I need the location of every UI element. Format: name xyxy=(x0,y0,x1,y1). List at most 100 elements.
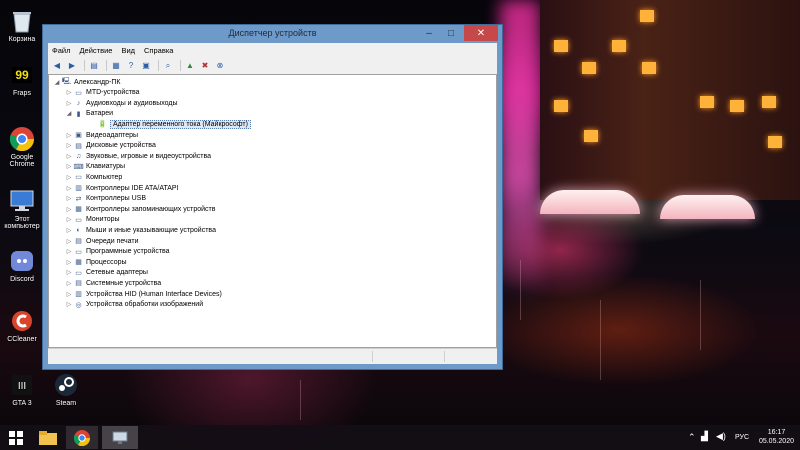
disable-device-icon[interactable]: ✖ xyxy=(199,60,211,71)
tree-category[interactable]: ▷ ▤ Дисковые устройства xyxy=(65,141,156,151)
tree-node-label: Адаптер переменного тока (Майкрософт) xyxy=(110,119,251,129)
tree-category[interactable]: ▷ ▭ Мониторы xyxy=(65,215,120,225)
expand-arrow-icon[interactable]: ▷ xyxy=(65,195,73,202)
maximize-button[interactable]: □ xyxy=(440,25,462,41)
network-icon[interactable]: ▟ xyxy=(701,431,708,442)
help-icon[interactable]: ? xyxy=(125,60,137,71)
tree-category[interactable]: ▷ ◐ Мыши и иные указывающие устройства xyxy=(65,225,216,235)
tree-category[interactable]: ▷ ▭ MTD-устройства xyxy=(65,88,140,98)
expand-arrow-icon[interactable]: ▷ xyxy=(65,301,73,308)
expand-arrow-icon[interactable]: ▷ xyxy=(65,259,73,266)
tree-category[interactable]: ◢ ▮ Батареи xyxy=(65,109,113,119)
desktop-icon-label: GTA 3 xyxy=(12,400,32,407)
tree-view-icon[interactable]: ▤ xyxy=(88,60,100,71)
close-button[interactable]: ✕ xyxy=(464,25,498,41)
collapse-arrow-icon[interactable]: ◢ xyxy=(53,79,61,86)
category-icon: ◎ xyxy=(75,301,82,309)
expand-arrow-icon[interactable]: ▷ xyxy=(65,227,73,234)
chrome-icon[interactable] xyxy=(66,426,98,449)
tree-category[interactable]: ▷ ♫ Звуковые, игровые и видеоустройства xyxy=(65,151,211,161)
tree-node-label: Системные устройства xyxy=(86,279,162,287)
tree-category[interactable]: ▷ ▭ Компьютер xyxy=(65,172,123,182)
lit-window xyxy=(584,130,598,142)
menu-file[interactable]: Файл xyxy=(52,46,70,55)
menu-action[interactable]: Действие xyxy=(79,46,112,55)
scan-hardware-icon[interactable]: ⌕ xyxy=(162,60,174,71)
expand-arrow-icon[interactable]: ▷ xyxy=(65,185,73,192)
expand-arrow-icon[interactable]: ▷ xyxy=(65,174,73,181)
language-indicator[interactable]: РУС xyxy=(735,434,749,441)
tree-category[interactable]: ▷ ▤ Очереди печати xyxy=(65,236,139,246)
desktop-icon-recycle-bin[interactable]: Корзина xyxy=(2,8,42,43)
volume-icon[interactable]: ◀) xyxy=(716,431,726,442)
tree-category[interactable]: ▷ ▥ Устройства HID (Human Interface Device… xyxy=(65,289,222,299)
minimize-button[interactable]: – xyxy=(418,25,440,41)
expand-arrow-icon[interactable]: ▷ xyxy=(65,100,73,107)
expand-arrow-icon[interactable]: ▷ xyxy=(65,206,73,213)
device-tree: ◢ 🖳 Александр-ПК ▷ ▭ MTD-устройства ▷ ♪ Аудиовхо… xyxy=(48,74,497,348)
tree-device-node[interactable]: 🔋 Адаптер переменного тока (Майкрософт) xyxy=(89,119,251,129)
toolbar-separator xyxy=(106,60,107,71)
tree-node-label: Устройства HID (Human Interface Devices) xyxy=(86,290,222,298)
expand-arrow-icon[interactable]: ▷ xyxy=(65,269,73,276)
tree-category[interactable]: ▷ ◎ Устройства обработки изображений xyxy=(65,300,203,310)
rain-streak xyxy=(520,260,521,320)
expand-arrow-icon[interactable]: ▷ xyxy=(65,142,73,149)
device-manager-icon[interactable] xyxy=(102,426,138,449)
category-icon: ▥ xyxy=(75,185,82,192)
menu-view[interactable]: Вид xyxy=(121,46,135,55)
rain-streak xyxy=(600,300,601,380)
expand-arrow-icon[interactable]: ▷ xyxy=(65,216,73,223)
expand-arrow-icon[interactable]: ▷ xyxy=(65,132,73,139)
expand-arrow-icon[interactable]: ▷ xyxy=(65,89,73,96)
tree-category[interactable]: ▷ ▤ Системные устройства xyxy=(65,278,161,288)
back-icon[interactable]: ◀ xyxy=(51,60,63,71)
category-icon: ▭ xyxy=(75,216,82,224)
expand-arrow-icon[interactable]: ▷ xyxy=(65,153,73,160)
desktop-icon-computer[interactable]: Этот компьютер xyxy=(2,188,42,230)
title-bar[interactable]: Диспетчер устройств – □ ✕ xyxy=(43,25,502,43)
tree-category[interactable]: ▷ ⌨ Клавиатуры xyxy=(65,162,125,172)
start-icon[interactable] xyxy=(0,426,32,449)
tree-category[interactable]: ▷ ▦ Процессоры xyxy=(65,257,127,267)
tree-category[interactable]: ▷ ▭ Сетевые адаптеры xyxy=(65,268,148,278)
category-icon: ▭ xyxy=(75,174,82,182)
desktop-icon-steam[interactable]: Steam xyxy=(46,372,86,407)
tray-up-arrow-icon[interactable]: ⌃ xyxy=(688,432,696,443)
properties-icon[interactable]: ▦ xyxy=(110,60,122,71)
lit-window xyxy=(762,96,776,108)
status-segment xyxy=(372,351,373,362)
collapse-arrow-icon[interactable]: ◢ xyxy=(65,110,73,117)
tree-category[interactable]: ▷ ▦ Контроллеры запоминающих устройств xyxy=(65,204,216,214)
desktop-icon-gta3[interactable]: III GTA 3 xyxy=(2,372,42,407)
tree-root-node[interactable]: ◢ 🖳 Александр-ПК xyxy=(53,77,121,87)
forward-icon[interactable]: ▶ xyxy=(66,60,78,71)
clock-time: 16:17 xyxy=(767,429,786,436)
tree-category[interactable]: ▷ ▭ Программные устройства xyxy=(65,247,170,257)
expand-arrow-icon[interactable]: ▷ xyxy=(65,248,73,255)
category-icon: ▤ xyxy=(75,142,82,150)
expand-arrow-icon[interactable]: ▷ xyxy=(65,291,73,298)
expand-arrow-icon[interactable]: ▷ xyxy=(65,163,73,170)
discord-icon xyxy=(8,248,36,274)
expand-arrow-icon[interactable]: ▷ xyxy=(65,280,73,287)
update-driver-icon[interactable]: ▲ xyxy=(184,60,196,71)
uninstall-device-icon[interactable]: ⊗ xyxy=(214,60,226,71)
steam-icon xyxy=(52,372,80,398)
tree-category[interactable]: ▷ ♪ Аудиовходы и аудиовыходы xyxy=(65,98,178,108)
desktop-icon-fraps[interactable]: 99 Fraps xyxy=(2,62,42,97)
tree-category[interactable]: ▷ ▣ Видеоадаптеры xyxy=(65,130,138,140)
tree-category[interactable]: ▷ ⇄ Контроллеры USB xyxy=(65,194,146,204)
clock[interactable]: 16:17 05.05.2020 xyxy=(759,428,794,446)
desktop-icon-chrome[interactable]: Google Chrome xyxy=(2,126,42,168)
file-explorer-icon[interactable] xyxy=(32,426,64,449)
tree-node-label: Батареи xyxy=(86,110,114,118)
expand-arrow-icon[interactable]: ▷ xyxy=(65,238,73,245)
desktop-icon-discord[interactable]: Discord xyxy=(2,248,42,283)
details-icon[interactable]: ▣ xyxy=(140,60,152,71)
desktop-icon-ccleaner[interactable]: CCleaner xyxy=(2,308,42,343)
tree-category[interactable]: ▷ ▥ Контроллеры IDE ATA/ATAPI xyxy=(65,183,179,193)
menu-help[interactable]: Справка xyxy=(144,46,173,55)
battery-icon: 🔋 xyxy=(98,121,107,129)
lit-window xyxy=(554,100,568,112)
